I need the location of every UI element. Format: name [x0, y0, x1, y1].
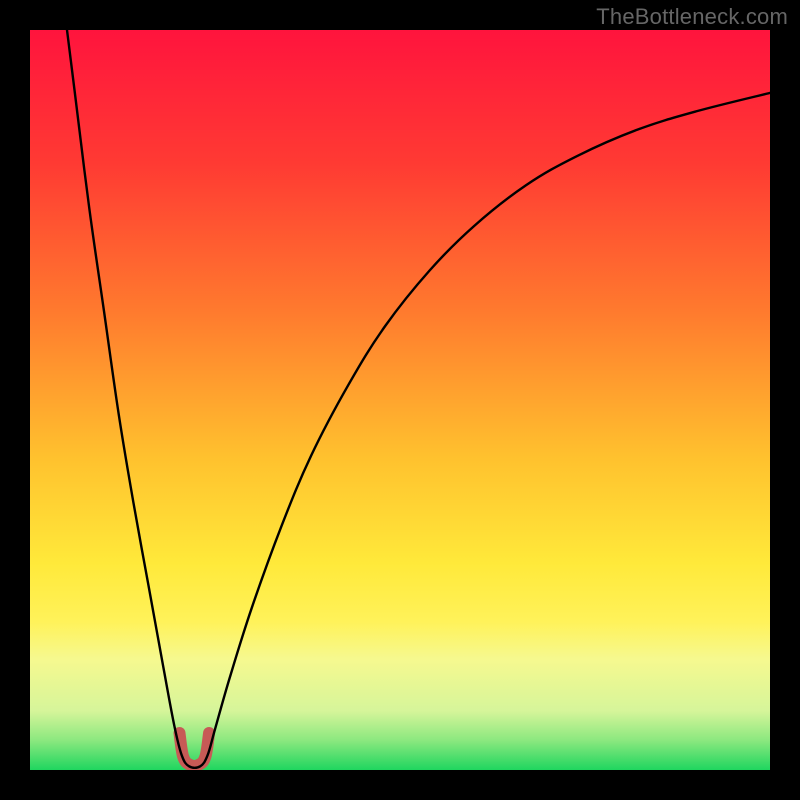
chart-frame: TheBottleneck.com [0, 0, 800, 800]
watermark-text: TheBottleneck.com [596, 4, 788, 30]
gradient-background [30, 30, 770, 770]
plot-area [30, 30, 770, 770]
chart-svg [30, 30, 770, 770]
